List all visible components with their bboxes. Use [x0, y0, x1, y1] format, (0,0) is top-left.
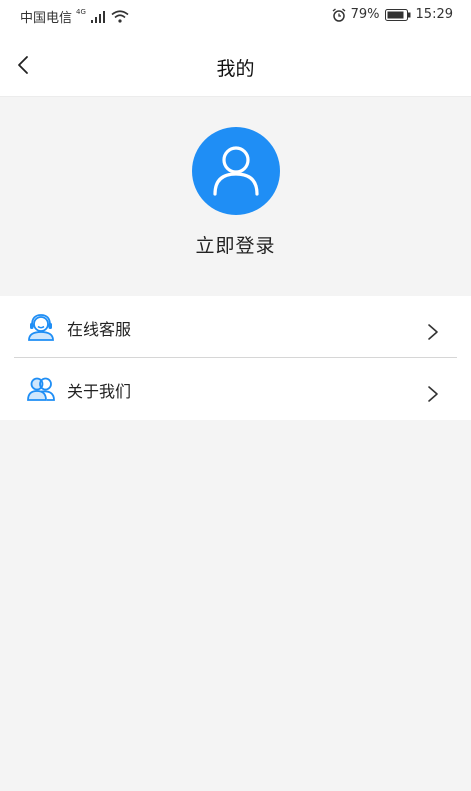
login-button[interactable]: 立即登录 — [0, 231, 471, 258]
battery-percent: 79% — [350, 7, 380, 22]
menu-list: 在线客服 关于我们 — [0, 296, 471, 420]
menu-item-about-us[interactable]: 关于我们 — [0, 358, 471, 420]
app-header: 我的 — [0, 34, 471, 97]
status-time: 15:29 — [415, 7, 453, 22]
status-right: 79% 15:29 — [332, 7, 453, 22]
network-type: 4G — [76, 8, 86, 16]
menu-item-customer-service[interactable]: 在线客服 — [0, 296, 471, 358]
user-icon — [213, 146, 259, 196]
customer-service-icon — [28, 314, 54, 341]
menu-item-label: 在线客服 — [67, 320, 132, 339]
signal-icon — [90, 10, 105, 23]
alarm-icon — [332, 7, 346, 22]
menu-item-label: 关于我们 — [67, 382, 132, 401]
battery-icon — [384, 8, 411, 21]
chevron-right-icon — [428, 324, 438, 340]
users-icon — [27, 377, 55, 401]
status-left: 中国电信 4G — [20, 7, 129, 26]
page-title: 我的 — [216, 58, 255, 80]
chevron-right-icon — [428, 386, 438, 402]
avatar[interactable] — [192, 127, 280, 215]
carrier-name: 中国电信 — [20, 11, 73, 26]
status-bar: 中国电信 4G 79% 15:29 — [0, 0, 471, 34]
wifi-icon — [111, 10, 129, 23]
